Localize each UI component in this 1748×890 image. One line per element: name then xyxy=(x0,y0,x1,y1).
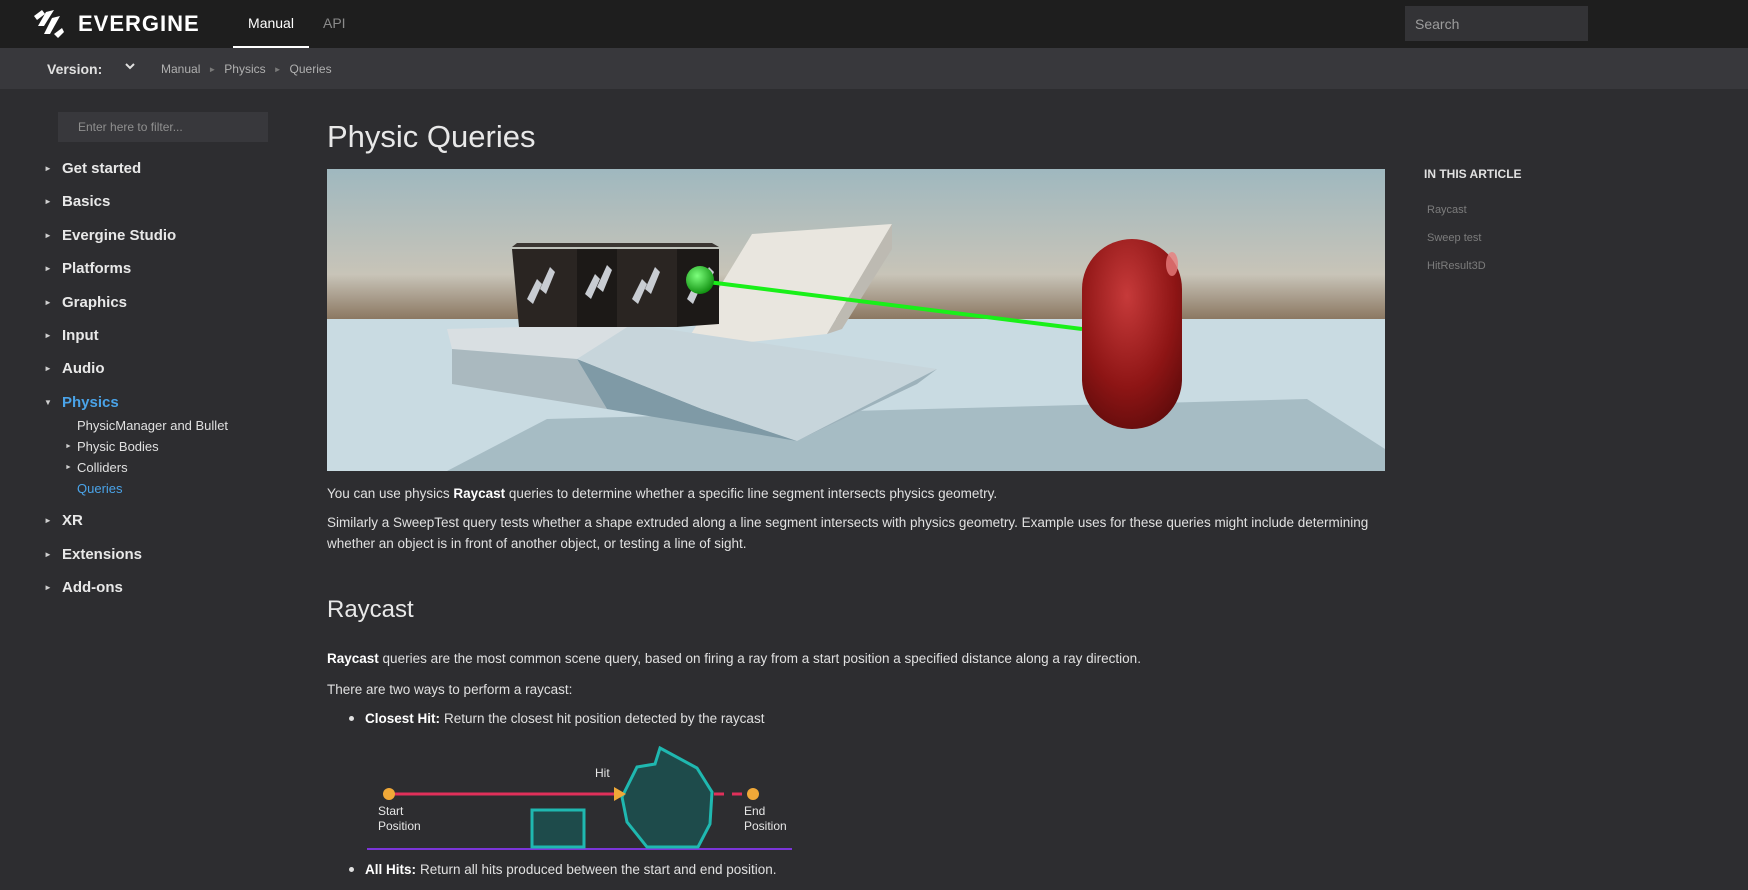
expand-arrow-icon: ► xyxy=(44,550,52,559)
bullet-term: Closest Hit: xyxy=(365,711,441,726)
expand-arrow-icon: ► xyxy=(44,298,52,307)
start-label-line1: Start xyxy=(378,804,404,818)
sidebar-subitem-physicmanager[interactable]: PhysicManager and Bullet xyxy=(77,418,228,433)
breadcrumb-manual[interactable]: Manual xyxy=(161,62,200,76)
expand-arrow-icon: ► xyxy=(44,516,52,525)
intro-text: You can use physics xyxy=(327,486,454,501)
tab-api[interactable]: API xyxy=(323,0,346,48)
breadcrumb-separator-icon: ► xyxy=(208,64,217,74)
page-title: Physic Queries xyxy=(327,119,536,154)
version-bar: Version: Manual ► Physics ► Queries xyxy=(0,48,1748,89)
sidebar-item-label: Platforms xyxy=(62,260,132,277)
breadcrumb-physics[interactable]: Physics xyxy=(224,62,265,76)
end-label-line2: Position xyxy=(744,819,787,833)
sweep-paragraph: Similarly a SweepTest query tests whethe… xyxy=(327,515,1369,551)
collapse-arrow-icon: ▼ xyxy=(44,398,52,407)
sidebar-item-extensions[interactable]: ► Extensions xyxy=(44,546,142,563)
breadcrumb-separator-icon: ► xyxy=(273,64,282,74)
sidebar-item-add-ons[interactable]: ► Add-ons xyxy=(44,579,123,596)
start-label-line2: Position xyxy=(378,819,421,833)
sidebar-item-evergine-studio[interactable]: ► Evergine Studio xyxy=(44,227,176,244)
closest-hit-diagram: Hit Start Position End Position xyxy=(362,742,792,852)
expand-arrow-icon: ► xyxy=(65,464,72,471)
intro-text: queries to determine whether a specific … xyxy=(505,486,998,501)
sidebar-subitem-label: Colliders xyxy=(77,460,128,475)
article-link-hitresult3d[interactable]: HitResult3D xyxy=(1427,260,1486,272)
evergine-logo-icon xyxy=(34,10,64,38)
raycast-term: Raycast xyxy=(327,651,379,666)
list-item-closest-hit: Closest Hit: Return the closest hit posit… xyxy=(349,711,764,726)
raycast-heading: Raycast xyxy=(327,596,414,623)
breadcrumb: Manual ► Physics ► Queries xyxy=(161,62,332,76)
sidebar-subitem-label: Physic Bodies xyxy=(77,439,159,454)
list-item-all-hits: All Hits: Return all hits produced betwee… xyxy=(349,862,777,877)
sidebar-subitem-label: PhysicManager and Bullet xyxy=(77,418,229,433)
sidebar-item-physics[interactable]: ▼ Physics xyxy=(44,394,119,411)
sidebar-subitem-label: Queries xyxy=(77,481,123,496)
intro-paragraph: You can use physics Raycast queries to d… xyxy=(327,483,1387,504)
sidebar-item-label: Evergine Studio xyxy=(62,227,177,244)
raycast-term: Raycast xyxy=(453,486,506,501)
sidebar-item-input[interactable]: ► Input xyxy=(44,327,99,344)
sidebar-item-label: Graphics xyxy=(62,294,128,311)
sidebar-subitem-queries[interactable]: Queries xyxy=(77,481,123,496)
bullet-icon xyxy=(349,716,354,721)
expand-arrow-icon: ► xyxy=(44,197,52,206)
brand-name: EVERGINE xyxy=(78,11,200,36)
sidebar-item-graphics[interactable]: ► Graphics xyxy=(44,294,127,311)
article-link-sweep-test[interactable]: Sweep test xyxy=(1427,232,1481,244)
expand-arrow-icon: ► xyxy=(65,443,72,450)
sidebar-item-label: Basics xyxy=(62,193,111,210)
sidebar-subitem-colliders[interactable]: ► Colliders xyxy=(65,460,128,475)
sidebar-item-label: Audio xyxy=(62,360,105,377)
breadcrumb-queries[interactable]: Queries xyxy=(290,62,332,76)
bullet-text: Return all hits produced between the sta… xyxy=(420,862,777,877)
search-input[interactable] xyxy=(1405,6,1588,41)
sidebar-item-audio[interactable]: ► Audio xyxy=(44,360,105,377)
bullet-text: Return the closest hit position detected… xyxy=(444,711,765,726)
chevron-down-icon[interactable] xyxy=(124,60,136,72)
raycast-paragraph: Raycast queries are the most common scen… xyxy=(327,648,1387,669)
two-ways-paragraph: There are two ways to perform a raycast: xyxy=(327,682,573,697)
expand-arrow-icon: ► xyxy=(44,264,52,273)
sidebar-item-label: Add-ons xyxy=(62,579,123,596)
expand-arrow-icon: ► xyxy=(44,583,52,592)
sidebar-subitem-physic-bodies[interactable]: ► Physic Bodies xyxy=(65,439,159,454)
end-label-line1: End xyxy=(744,804,765,818)
sidebar-item-xr[interactable]: ► XR xyxy=(44,512,83,529)
bullet-icon xyxy=(349,867,354,872)
sidebar-item-get-started[interactable]: ► Get started xyxy=(44,160,141,177)
sidebar-item-label: Input xyxy=(62,327,99,344)
sidebar-item-label: XR xyxy=(62,512,83,529)
brand-logo[interactable]: EVERGINE xyxy=(32,9,200,39)
hit-label: Hit xyxy=(595,766,610,780)
article-link-raycast[interactable]: Raycast xyxy=(1427,204,1467,216)
tab-manual[interactable]: Manual xyxy=(233,0,309,48)
sidebar-item-basics[interactable]: ► Basics xyxy=(44,193,110,210)
version-label: Version: xyxy=(47,61,103,77)
raycast-text: queries are the most common scene query,… xyxy=(378,651,1141,666)
top-navbar: EVERGINE Manual API xyxy=(0,0,1748,48)
sidebar-item-label: Get started xyxy=(62,160,142,177)
hero-scene-image xyxy=(327,169,1385,471)
sidebar-item-label: Extensions xyxy=(62,546,143,563)
sidebar-item-platforms[interactable]: ► Platforms xyxy=(44,260,131,277)
in-this-article-title: IN THIS ARTICLE xyxy=(1424,167,1522,181)
expand-arrow-icon: ► xyxy=(44,331,52,340)
sidebar-item-label: Physics xyxy=(62,394,119,411)
expand-arrow-icon: ► xyxy=(44,364,52,373)
bullet-term: All Hits: xyxy=(365,862,417,877)
expand-arrow-icon: ► xyxy=(44,164,52,173)
expand-arrow-icon: ► xyxy=(44,231,52,240)
toc-filter-input[interactable] xyxy=(58,112,268,142)
